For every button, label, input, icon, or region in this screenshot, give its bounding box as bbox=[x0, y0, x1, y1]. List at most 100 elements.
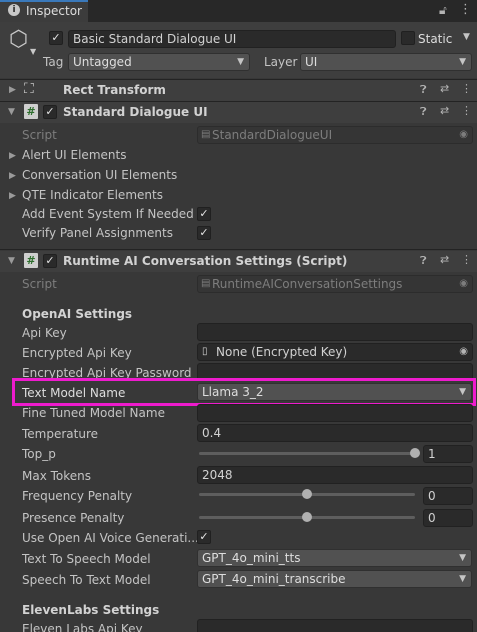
foldout-expanded-icon[interactable]: ▼ bbox=[8, 107, 15, 117]
elevenlabs-settings-header: ElevenLabs Settings bbox=[22, 603, 160, 617]
presence-penalty-slider-handle[interactable] bbox=[302, 512, 312, 522]
lock-icon[interactable]: 🔓︎ bbox=[439, 3, 447, 18]
script-value: RuntimeAIConversationSettings bbox=[212, 277, 403, 291]
script-label: Script bbox=[22, 128, 57, 142]
foldout-qte-indicator[interactable]: QTE Indicator Elements bbox=[22, 187, 163, 203]
tab-title: Inspector bbox=[26, 4, 82, 18]
text-to-speech-model-label: Text To Speech Model bbox=[22, 552, 151, 566]
fine-tuned-model-label: Fine Tuned Model Name bbox=[22, 406, 165, 420]
api-key-field[interactable] bbox=[197, 323, 473, 341]
foldout-conversation-ui[interactable]: Conversation UI Elements bbox=[22, 167, 177, 183]
presence-penalty-field[interactable]: 0 bbox=[423, 509, 473, 527]
foldout-collapsed-icon[interactable]: ▶ bbox=[9, 85, 16, 95]
icon-dropdown-icon[interactable]: ▼ bbox=[30, 47, 36, 56]
rect-transform-icon: ⛶ bbox=[24, 81, 34, 97]
frequency-penalty-slider-handle[interactable] bbox=[302, 489, 312, 499]
encrypted-api-key-label: Encrypted Api Key bbox=[22, 346, 132, 360]
verify-panel-label: Verify Panel Assignments bbox=[22, 226, 173, 240]
text-to-speech-model-value: GPT_4o_mini_tts bbox=[202, 551, 301, 565]
script-file-icon: ▤ bbox=[201, 129, 211, 140]
use-openai-voice-label: Use Open AI Voice Generati... bbox=[22, 531, 199, 545]
layer-dropdown[interactable]: UI ▼ bbox=[300, 53, 472, 71]
more-menu-icon[interactable]: ⋮ bbox=[461, 104, 472, 117]
frequency-penalty-field[interactable]: 0 bbox=[423, 487, 473, 505]
presence-penalty-label: Presence Penalty bbox=[22, 511, 125, 525]
script-label: Script bbox=[22, 277, 57, 291]
encrypted-api-key-field[interactable]: ▯ None (Encrypted Key) ◉ bbox=[197, 343, 473, 361]
divider bbox=[0, 249, 477, 250]
target-icon[interactable]: ◉ bbox=[459, 276, 468, 292]
top-p-slider-track[interactable] bbox=[199, 452, 415, 455]
top-p-field[interactable]: 1 bbox=[423, 445, 473, 463]
fine-tuned-model-field[interactable] bbox=[197, 404, 473, 422]
top-p-label: Top_p bbox=[22, 447, 56, 461]
text-model-name-dropdown[interactable]: Llama 3_2 ▼ bbox=[197, 383, 472, 401]
more-menu-icon[interactable]: ⋮ bbox=[461, 253, 472, 266]
static-label: Static bbox=[418, 32, 453, 46]
add-event-system-checkbox[interactable]: ✓ bbox=[197, 207, 211, 221]
max-tokens-label: Max Tokens bbox=[22, 469, 92, 483]
top-p-slider-handle[interactable] bbox=[410, 448, 420, 458]
preset-icon[interactable]: ⇄ bbox=[440, 104, 449, 117]
elevenlabs-api-key-label: Eleven Labs Api Key bbox=[22, 622, 143, 632]
target-icon[interactable]: ◉ bbox=[459, 127, 468, 143]
help-icon[interactable]: ❓︎ bbox=[420, 105, 427, 119]
preset-icon[interactable]: ⇄ bbox=[440, 82, 449, 95]
component-enabled-checkbox[interactable]: ✓ bbox=[43, 105, 57, 119]
chevron-down-icon: ▼ bbox=[459, 574, 466, 584]
foldout-expanded-icon[interactable]: ▼ bbox=[8, 256, 15, 266]
component-title: Runtime AI Conversation Settings (Script… bbox=[63, 254, 348, 268]
chevron-down-icon: ▼ bbox=[237, 57, 244, 67]
chevron-down-icon: ▼ bbox=[459, 57, 466, 67]
text-model-name-value: Llama 3_2 bbox=[202, 385, 264, 399]
api-key-label: Api Key bbox=[22, 326, 67, 340]
script-field: ▤ StandardDialogueUI ◉ bbox=[197, 126, 473, 144]
more-menu-icon[interactable]: ⋮ bbox=[461, 82, 472, 95]
script-field: ▤ RuntimeAIConversationSettings ◉ bbox=[197, 275, 473, 293]
temperature-field[interactable]: 0.4 bbox=[197, 424, 473, 442]
foldout-collapsed-icon[interactable]: ▶ bbox=[9, 171, 16, 181]
script-value: StandardDialogueUI bbox=[212, 128, 333, 142]
verify-panel-checkbox[interactable]: ✓ bbox=[197, 226, 211, 240]
speech-to-text-model-value: GPT_4o_mini_transcribe bbox=[202, 572, 346, 586]
script-file-icon: ▤ bbox=[201, 278, 211, 289]
layer-label: Layer bbox=[264, 55, 298, 69]
speech-to-text-model-dropdown[interactable]: GPT_4o_mini_transcribe ▼ bbox=[197, 570, 472, 588]
static-checkbox[interactable] bbox=[401, 31, 415, 45]
script-icon: # bbox=[24, 253, 38, 268]
static-dropdown-icon[interactable]: ▼ bbox=[463, 32, 470, 42]
chevron-down-icon: ▼ bbox=[459, 553, 466, 563]
text-model-name-label: Text Model Name bbox=[22, 386, 126, 400]
tag-dropdown[interactable]: Untagged ▼ bbox=[68, 53, 250, 71]
help-icon[interactable]: ❓︎ bbox=[420, 83, 427, 97]
use-openai-voice-checkbox[interactable]: ✓ bbox=[197, 530, 211, 544]
foldout-collapsed-icon[interactable]: ▶ bbox=[9, 151, 16, 161]
elevenlabs-api-key-field[interactable] bbox=[197, 619, 473, 632]
temperature-label: Temperature bbox=[22, 427, 99, 441]
tag-value: Untagged bbox=[73, 55, 132, 69]
tag-label: Tag bbox=[43, 55, 64, 69]
speech-to-text-model-label: Speech To Text Model bbox=[22, 573, 151, 587]
cube-icon[interactable]: ⬡ bbox=[9, 29, 28, 51]
more-menu-icon[interactable]: ⋮ bbox=[459, 2, 472, 17]
max-tokens-field[interactable]: 2048 bbox=[197, 466, 473, 484]
text-to-speech-model-dropdown[interactable]: GPT_4o_mini_tts ▼ bbox=[197, 549, 472, 567]
foldout-alert-ui[interactable]: Alert UI Elements bbox=[22, 147, 126, 163]
component-title: Standard Dialogue UI bbox=[63, 105, 208, 119]
openai-settings-header: OpenAI Settings bbox=[22, 307, 133, 321]
preset-icon[interactable]: ⇄ bbox=[440, 253, 449, 266]
rect-transform-title: Rect Transform bbox=[63, 83, 166, 97]
encrypted-api-key-value: None (Encrypted Key) bbox=[216, 345, 348, 359]
add-event-system-label: Add Event System If Needed bbox=[22, 207, 194, 221]
frequency-penalty-label: Frequency Penalty bbox=[22, 489, 133, 503]
layer-value: UI bbox=[305, 55, 318, 69]
object-picker-icon[interactable]: ◉ bbox=[459, 344, 468, 360]
foldout-collapsed-icon[interactable]: ▶ bbox=[9, 191, 16, 201]
active-checkbox[interactable]: ✓ bbox=[49, 31, 63, 45]
help-icon[interactable]: ❓︎ bbox=[420, 254, 427, 268]
object-name-field[interactable]: Basic Standard Dialogue UI bbox=[68, 30, 396, 48]
asset-file-icon: ▯ bbox=[202, 346, 208, 357]
component-enabled-checkbox[interactable]: ✓ bbox=[43, 254, 57, 268]
chevron-down-icon: ▼ bbox=[459, 387, 466, 397]
tab-inspector[interactable]: i Inspector bbox=[0, 0, 88, 22]
